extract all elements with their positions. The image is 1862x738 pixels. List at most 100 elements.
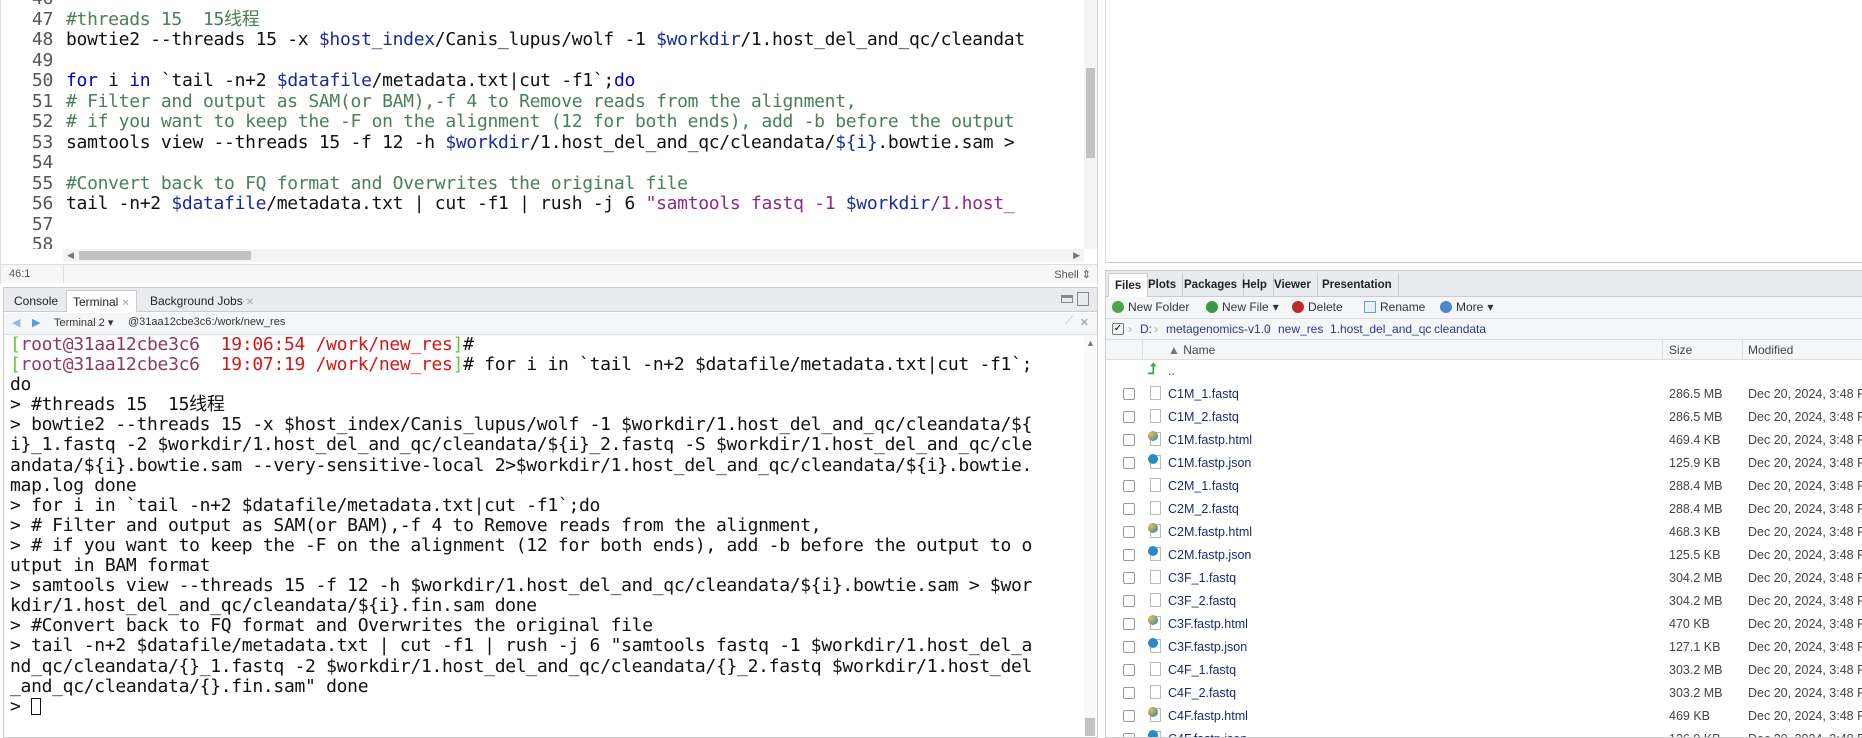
file-name-link[interactable]: C2M_1.fastq	[1168, 479, 1239, 493]
tab-background-jobs[interactable]: Background Jobs ✕	[144, 290, 260, 312]
file-name-link[interactable]: C4F_1.fastq	[1168, 663, 1236, 677]
tab-plots[interactable]: Plots	[1142, 273, 1184, 297]
parent-link[interactable]: ..	[1168, 364, 1175, 378]
select-all-checkbox[interactable]: ✓	[1112, 323, 1124, 335]
tab-terminal[interactable]: Terminal ✕	[66, 290, 137, 312]
tab-packages[interactable]: Packages	[1178, 273, 1245, 297]
delete-label: Delete	[1308, 300, 1343, 314]
up-arrow-icon: ⮥	[1148, 361, 1157, 378]
file-checkbox[interactable]	[1123, 526, 1135, 538]
file-name-link[interactable]: C4F.fastp.html	[1168, 709, 1248, 723]
file-checkbox[interactable]	[1123, 503, 1135, 515]
file-name-link[interactable]: C3F.fastp.html	[1168, 617, 1248, 631]
file-checkbox[interactable]	[1123, 411, 1135, 423]
file-checkbox[interactable]	[1123, 549, 1135, 561]
file-row[interactable]: C4F_2.fastq 303.2 MB Dec 20, 2024, 3:48 PM	[1106, 682, 1862, 705]
file-row[interactable]: C1M.fastp.html 469.4 KB Dec 20, 2024, 3:48…	[1106, 429, 1862, 452]
file-checkbox[interactable]	[1123, 434, 1135, 446]
scroll-left-icon[interactable]: ◀	[67, 250, 74, 261]
file-checkbox[interactable]	[1123, 710, 1135, 722]
scroll-up-icon[interactable]: ▲	[1086, 338, 1095, 348]
file-name-link[interactable]: C1M.fastp.html	[1168, 433, 1252, 447]
file-checkbox[interactable]	[1123, 733, 1135, 737]
scroll-right-icon[interactable]: ▶	[1073, 250, 1080, 261]
file-checkbox[interactable]	[1123, 480, 1135, 492]
file-name-link[interactable]: C2M.fastp.html	[1168, 525, 1252, 539]
file-row[interactable]: C2M.fastp.html 468.3 KB Dec 20, 2024, 3:48…	[1106, 521, 1862, 544]
file-row[interactable]: C3F_1.fastq 304.2 MB Dec 20, 2024, 3:48 PM	[1106, 567, 1862, 590]
file-row[interactable]: C4F.fastp.html 469 KB Dec 20, 2024, 3:48 P…	[1106, 705, 1862, 728]
file-name-link[interactable]: C2M_2.fastq	[1168, 502, 1239, 516]
file-modified: Dec 20, 2024, 3:48 PM	[1748, 502, 1862, 516]
parent-directory-row[interactable]: ⮥ ..	[1106, 360, 1862, 383]
delete-button[interactable]: Delete	[1292, 300, 1343, 314]
close-icon[interactable]: ✕	[246, 297, 254, 308]
breadcrumb-item[interactable]: cleandata	[1434, 322, 1486, 336]
close-terminal-icon[interactable]: ✕	[1080, 316, 1089, 329]
minimize-icon[interactable]	[1061, 295, 1073, 303]
file-row[interactable]: C3F.fastp.json 127.1 KB Dec 20, 2024, 3:48…	[1106, 636, 1862, 659]
file-row[interactable]: C1M.fastp.json 125.9 KB Dec 20, 2024, 3:48…	[1106, 452, 1862, 475]
file-name-link[interactable]: C1M_1.fastq	[1168, 387, 1239, 401]
file-row[interactable]: C1M_2.fastq 286.5 MB Dec 20, 2024, 3:48 PM	[1106, 406, 1862, 429]
file-size: 286.5 MB	[1669, 387, 1723, 401]
new-file-button[interactable]: New File ▾	[1206, 300, 1279, 314]
scroll-thumb[interactable]	[1085, 718, 1095, 736]
file-name-link[interactable]: C4F.fastp.json	[1168, 732, 1247, 737]
breadcrumb-item[interactable]: metagenomics-v1.0	[1166, 322, 1271, 336]
file-checkbox[interactable]	[1123, 641, 1135, 653]
maximize-icon[interactable]	[1077, 292, 1089, 306]
file-row[interactable]: C2M_2.fastq 288.4 MB Dec 20, 2024, 3:48 PM	[1106, 498, 1862, 521]
code-area[interactable]: 4647#threads 15 15线程48bowtie2 --threads …	[1, 0, 1084, 249]
file-name-link[interactable]: C3F_2.fastq	[1168, 594, 1236, 608]
file-row[interactable]: C4F_1.fastq 303.2 MB Dec 20, 2024, 3:48 PM	[1106, 659, 1862, 682]
tab-viewer[interactable]: Viewer	[1268, 273, 1318, 297]
file-row[interactable]: C2M.fastp.json 125.5 KB Dec 20, 2024, 3:48…	[1106, 544, 1862, 567]
file-checkbox[interactable]	[1123, 687, 1135, 699]
terminal-select[interactable]: Terminal 2 ▾	[54, 316, 113, 329]
tab-presentation[interactable]: Presentation	[1316, 273, 1399, 297]
file-size: 126.9 KB	[1669, 732, 1720, 737]
file-row[interactable]: C1M_1.fastq 286.5 MB Dec 20, 2024, 3:48 PM	[1106, 383, 1862, 406]
modified-column-header[interactable]: Modified	[1748, 343, 1793, 357]
clear-broom-icon[interactable]: ⟋	[1065, 315, 1073, 328]
back-arrow-icon[interactable]: ◀	[12, 316, 20, 329]
file-checkbox[interactable]	[1123, 388, 1135, 400]
file-name-link[interactable]: C1M_2.fastq	[1168, 410, 1239, 424]
forward-arrow-icon[interactable]: ▶	[32, 316, 40, 329]
terminal-scrollbar[interactable]: ▲	[1084, 336, 1096, 736]
file-row[interactable]: C2M_1.fastq 288.4 MB Dec 20, 2024, 3:48 PM	[1106, 475, 1862, 498]
breadcrumb-item[interactable]: D:	[1140, 322, 1152, 336]
rename-button[interactable]: Rename	[1364, 300, 1425, 314]
file-checkbox[interactable]	[1123, 572, 1135, 584]
file-type-select[interactable]: Shell ⇕	[1054, 268, 1091, 281]
file-row[interactable]: C3F.fastp.html 470 KB Dec 20, 2024, 3:48 P…	[1106, 613, 1862, 636]
file-checkbox[interactable]	[1123, 664, 1135, 676]
breadcrumb-item[interactable]: new_res	[1278, 322, 1323, 336]
scroll-thumb[interactable]	[79, 251, 251, 260]
size-column-header[interactable]: Size	[1669, 343, 1692, 357]
file-name-link[interactable]: C3F_1.fastq	[1168, 571, 1236, 585]
script-editor[interactable]: 4647#threads 15 15线程48bowtie2 --threads …	[0, 0, 1098, 284]
file-checkbox[interactable]	[1123, 595, 1135, 607]
close-icon[interactable]: ✕	[121, 298, 129, 309]
name-column-header[interactable]: ▲ Name	[1168, 343, 1215, 357]
breadcrumb-item[interactable]: 1.host_del_and_qc	[1330, 322, 1431, 336]
file-checkbox[interactable]	[1123, 457, 1135, 469]
editor-vertical-scrollbar[interactable]	[1084, 0, 1097, 249]
file-row[interactable]: C3F_2.fastq 304.2 MB Dec 20, 2024, 3:48 PM	[1106, 590, 1862, 613]
terminal-input-line[interactable]: >	[10, 696, 1085, 717]
new-folder-button[interactable]: New Folder	[1112, 300, 1189, 314]
more-button[interactable]: More ▾	[1440, 300, 1493, 314]
tab-console[interactable]: Console	[8, 290, 64, 312]
terminal-output[interactable]: [root@31aa12cbe3c6 19:06:54 /work/new_re…	[10, 335, 1085, 735]
file-name-link[interactable]: C4F_2.fastq	[1168, 686, 1236, 700]
file-name-link[interactable]: C2M.fastp.json	[1168, 548, 1251, 562]
file-row[interactable]: C4F.fastp.json 126.9 KB Dec 20, 2024, 3:48…	[1106, 728, 1862, 737]
scroll-thumb[interactable]	[1086, 68, 1095, 158]
editor-horizontal-scrollbar[interactable]: ◀ ▶	[63, 249, 1084, 262]
file-name-link[interactable]: C1M.fastp.json	[1168, 456, 1251, 470]
line-number: 56	[31, 193, 53, 214]
file-checkbox[interactable]	[1123, 618, 1135, 630]
file-name-link[interactable]: C3F.fastp.json	[1168, 640, 1247, 654]
